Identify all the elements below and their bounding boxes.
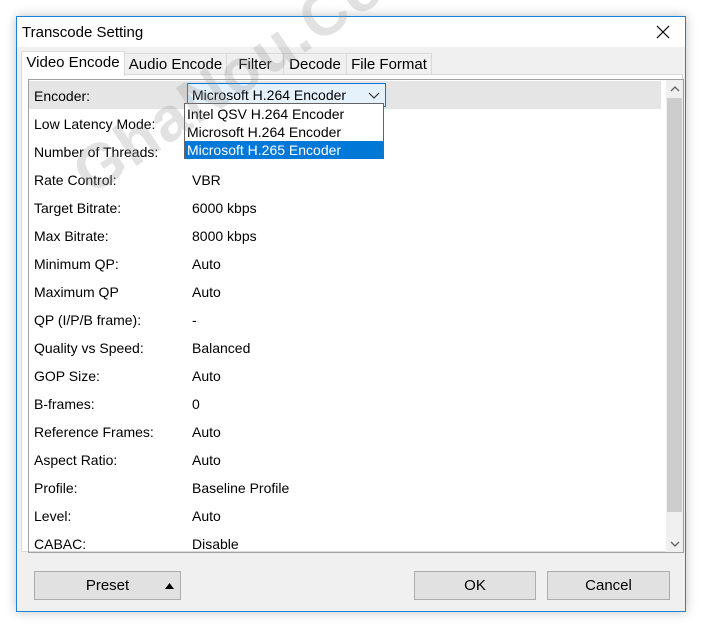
- window-title: Transcode Setting: [22, 24, 144, 41]
- scrollbar-thumb[interactable]: [667, 98, 682, 512]
- setting-row[interactable]: Maximum QP Auto: [29, 277, 661, 305]
- setting-value: Auto: [192, 452, 221, 468]
- setting-row[interactable]: B-frames: 0: [29, 389, 661, 417]
- setting-value: Baseline Profile: [192, 480, 290, 496]
- setting-label: Low Latency Mode:: [34, 116, 156, 132]
- setting-value: Disable: [192, 536, 239, 552]
- setting-row[interactable]: Target Bitrate: 6000 kbps: [29, 193, 661, 221]
- chevron-up-icon: [670, 85, 679, 91]
- setting-label: Reference Frames:: [34, 424, 154, 440]
- chevron-down-icon: [670, 541, 679, 547]
- triangle-up-icon: [165, 583, 174, 589]
- setting-row[interactable]: Max Bitrate: 8000 kbps: [29, 221, 661, 249]
- setting-label: Rate Control:: [34, 172, 117, 188]
- encoder-option[interactable]: Intel QSV H.264 Encoder: [185, 105, 383, 123]
- setting-label: Profile:: [34, 480, 78, 496]
- tab-video-encode[interactable]: Video Encode: [21, 51, 125, 76]
- setting-row[interactable]: GOP Size: Auto: [29, 361, 661, 389]
- preset-button-label: Preset: [85, 577, 130, 594]
- ok-button[interactable]: OK: [414, 571, 536, 600]
- setting-row[interactable]: Profile: Baseline Profile: [29, 473, 661, 501]
- setting-value: Balanced: [192, 340, 251, 356]
- setting-label: QP (I/P/B frame):: [34, 312, 142, 328]
- setting-label: Max Bitrate:: [34, 228, 109, 244]
- setting-label: Target Bitrate:: [34, 200, 122, 216]
- setting-row[interactable]: Rate Control: VBR: [29, 165, 661, 193]
- scroll-up-button[interactable]: [666, 80, 683, 97]
- setting-label: Quality vs Speed:: [34, 340, 144, 356]
- tab-audio-encode[interactable]: Audio Encode: [124, 53, 227, 75]
- setting-label: B-frames:: [34, 396, 95, 412]
- tab-decode[interactable]: Decode: [283, 53, 347, 75]
- setting-label: Minimum QP:: [34, 256, 119, 272]
- setting-row[interactable]: CABAC: Disable: [29, 529, 661, 552]
- setting-label: Aspect Ratio:: [34, 452, 118, 468]
- vertical-scrollbar[interactable]: [666, 80, 683, 552]
- setting-row[interactable]: QP (I/P/B frame): -: [29, 305, 661, 333]
- title-bar[interactable]: Transcode Setting: [17, 17, 685, 47]
- close-button[interactable]: [641, 17, 685, 47]
- encoder-dropdown-list[interactable]: Intel QSV H.264 Encoder Microsoft H.264 …: [184, 103, 384, 159]
- setting-value: 8000 kbps: [192, 228, 257, 244]
- tab-file-format[interactable]: File Format: [346, 53, 432, 75]
- setting-value: Auto: [192, 424, 221, 440]
- setting-label: GOP Size:: [34, 368, 100, 384]
- setting-value: 6000 kbps: [192, 200, 257, 216]
- setting-label: Level:: [34, 508, 72, 524]
- setting-value: Auto: [192, 256, 221, 272]
- setting-value: Auto: [192, 508, 221, 524]
- setting-label: CABAC:: [34, 536, 87, 552]
- setting-label: Maximum QP: [34, 284, 119, 300]
- setting-row[interactable]: Quality vs Speed: Balanced: [29, 333, 661, 361]
- tab-filter[interactable]: Filter: [226, 53, 284, 75]
- encoder-option[interactable]: Microsoft H.264 Encoder: [185, 123, 383, 141]
- setting-row[interactable]: Level: Auto: [29, 501, 661, 529]
- setting-value: 0: [192, 396, 200, 412]
- cancel-button[interactable]: Cancel: [547, 571, 670, 600]
- setting-value: VBR: [192, 172, 221, 188]
- scroll-down-button[interactable]: [666, 535, 683, 552]
- setting-value: -: [192, 312, 197, 328]
- chevron-down-icon: [368, 92, 380, 99]
- close-icon: [656, 25, 670, 39]
- setting-label: Encoder:: [34, 88, 91, 104]
- setting-row[interactable]: Minimum QP: Auto: [29, 249, 661, 277]
- setting-row[interactable]: Aspect Ratio: Auto: [29, 445, 661, 473]
- preset-button[interactable]: Preset: [34, 571, 181, 600]
- setting-value: Auto: [192, 368, 221, 384]
- setting-value: Auto: [192, 284, 221, 300]
- encoder-selected-value: Microsoft H.264 Encoder: [192, 87, 347, 103]
- encoder-option-highlighted[interactable]: Microsoft H.265 Encoder: [185, 141, 383, 159]
- setting-row[interactable]: Reference Frames: Auto: [29, 417, 661, 445]
- setting-label: Number of Threads:: [34, 144, 159, 160]
